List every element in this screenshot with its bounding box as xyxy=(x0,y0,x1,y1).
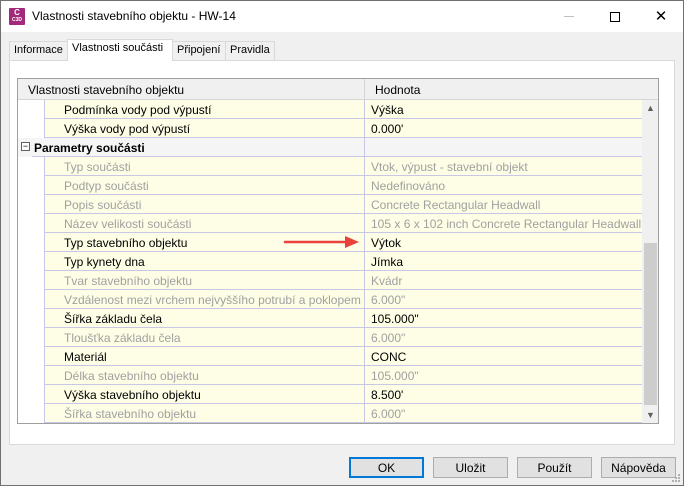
tab-vlastnosti-soucasti[interactable]: Vlastnosti součásti xyxy=(67,39,173,61)
property-row[interactable]: Podtyp součásti Nedefinováno xyxy=(18,176,642,195)
property-value[interactable]: 0.000' xyxy=(365,119,642,138)
property-name: Typ kynety dna xyxy=(45,252,365,271)
help-button[interactable]: Nápověda xyxy=(601,457,676,478)
maximize-button[interactable] xyxy=(592,1,638,32)
row-gutter xyxy=(18,100,45,119)
property-row[interactable]: Typ součásti Vtok, výpust - stavební obje… xyxy=(18,157,642,176)
row-gutter xyxy=(18,176,45,195)
dialog-window: C C3D Vlastnosti stavebního objektu - HW… xyxy=(0,0,684,486)
tab-pripojeni[interactable]: Připojení xyxy=(172,41,226,60)
row-gutter xyxy=(18,271,45,290)
property-row[interactable]: Materiál CONC xyxy=(18,347,642,366)
row-gutter xyxy=(18,233,45,252)
property-row[interactable]: Výška vody pod výpustí 0.000' xyxy=(18,119,642,138)
row-gutter xyxy=(18,290,45,309)
row-gutter xyxy=(18,157,45,176)
property-value: 105 x 6 x 102 inch Concrete Rectangular … xyxy=(365,214,642,233)
close-button[interactable]: ✕ xyxy=(638,1,683,32)
minimize-button xyxy=(546,1,592,32)
row-gutter xyxy=(18,347,45,366)
property-value xyxy=(365,138,642,157)
property-name: Typ stavebního objektu xyxy=(45,233,365,252)
property-row[interactable]: Název velikosti součásti 105 x 6 x 102 in… xyxy=(18,214,642,233)
property-value: 6.000" xyxy=(365,328,642,347)
row-gutter xyxy=(18,214,45,233)
property-name: Výška vody pod výpustí xyxy=(45,119,365,138)
property-name: Šířka základu čela xyxy=(45,309,365,328)
property-name: Materiál xyxy=(45,347,365,366)
vertical-scrollbar[interactable]: ▲ ▼ xyxy=(642,100,658,423)
property-value: Concrete Rectangular Headwall xyxy=(365,195,642,214)
close-icon: ✕ xyxy=(654,8,668,25)
property-name: Podtyp součásti xyxy=(45,176,365,195)
property-value: 6.000" xyxy=(365,290,642,309)
apply-button[interactable]: Použít xyxy=(517,457,592,478)
row-gutter xyxy=(18,195,45,214)
minimize-icon xyxy=(564,16,574,17)
property-grid: Vlastnosti stavebního objektu Hodnota Po… xyxy=(17,78,659,424)
column-header-value[interactable]: Hodnota xyxy=(365,79,641,100)
row-gutter xyxy=(18,366,45,385)
resize-grip-icon[interactable] xyxy=(671,473,681,483)
property-name: Výška stavebního objektu xyxy=(45,385,365,404)
property-value: Kvádr xyxy=(365,271,642,290)
row-gutter xyxy=(18,328,45,347)
property-value[interactable]: Výtok xyxy=(365,233,642,252)
row-gutter xyxy=(18,385,45,404)
property-name: Popis součásti xyxy=(45,195,365,214)
tab-informace[interactable]: Informace xyxy=(9,41,68,60)
property-name: Vzdálenost mezi vrchem nejvyššího potrub… xyxy=(45,290,365,309)
grid-header: Vlastnosti stavebního objektu Hodnota xyxy=(18,79,658,100)
property-name: Název velikosti součásti xyxy=(45,214,365,233)
category-label: Parametry součásti xyxy=(32,138,365,157)
property-row[interactable]: Vzdálenost mezi vrchem nejvyššího potrub… xyxy=(18,290,642,309)
property-value[interactable]: Jímka xyxy=(365,252,642,271)
row-gutter xyxy=(18,119,45,138)
property-value: 105.000" xyxy=(365,366,642,385)
scroll-up-icon[interactable]: ▲ xyxy=(642,100,658,117)
property-row[interactable]: Tloušťka základu čela 6.000" xyxy=(18,328,642,347)
scroll-down-icon[interactable]: ▼ xyxy=(642,407,658,423)
row-gutter xyxy=(18,252,45,271)
scrollbar-thumb[interactable] xyxy=(644,243,657,405)
title-bar[interactable]: C C3D Vlastnosti stavebního objektu - HW… xyxy=(1,1,683,32)
property-value[interactable]: 105.000" xyxy=(365,309,642,328)
property-name: Typ součásti xyxy=(45,157,365,176)
property-value[interactable]: CONC xyxy=(365,347,642,366)
property-name: Tvar stavebního objektu xyxy=(45,271,365,290)
property-name: Podmínka vody pod výpustí xyxy=(45,100,365,119)
property-row[interactable]: Délka stavebního objektu 105.000" xyxy=(18,366,642,385)
property-row[interactable]: Typ stavebního objektu Výtok xyxy=(18,233,642,252)
row-gutter xyxy=(18,404,45,423)
property-row[interactable]: Popis součásti Concrete Rectangular Headw… xyxy=(18,195,642,214)
property-value: Vtok, výpust - stavební objekt xyxy=(365,157,642,176)
property-value: 6.000" xyxy=(365,404,642,423)
property-row[interactable]: Výška stavebního objektu 8.500' xyxy=(18,385,642,404)
ok-button[interactable]: OK xyxy=(349,457,424,478)
property-row[interactable]: Tvar stavebního objektu Kvádr xyxy=(18,271,642,290)
tab-pravidla[interactable]: Pravidla xyxy=(225,41,275,60)
collapse-icon[interactable]: − xyxy=(21,142,30,151)
property-value[interactable]: 8.500' xyxy=(365,385,642,404)
property-name: Šířka stavebního objektu xyxy=(45,404,365,423)
property-row[interactable]: Šířka stavebního objektu 6.000" xyxy=(18,404,642,423)
property-name: Tloušťka základu čela xyxy=(45,328,365,347)
property-row[interactable]: Typ kynety dna Jímka xyxy=(18,252,642,271)
property-name: Délka stavebního objektu xyxy=(45,366,365,385)
maximize-icon xyxy=(610,11,620,22)
category-row[interactable]: − Parametry součásti xyxy=(18,138,642,157)
column-header-property[interactable]: Vlastnosti stavebního objektu xyxy=(18,79,365,100)
property-row[interactable]: Podmínka vody pod výpustí Výška xyxy=(18,100,642,119)
property-row[interactable]: Šířka základu čela 105.000" xyxy=(18,309,642,328)
save-button[interactable]: Uložit xyxy=(433,457,508,478)
property-value: Nedefinováno xyxy=(365,176,642,195)
row-gutter xyxy=(18,309,45,328)
property-value[interactable]: Výška xyxy=(365,100,642,119)
civil3d-app-icon: C C3D xyxy=(9,8,25,25)
window-title: Vlastnosti stavebního objektu - HW-14 xyxy=(32,9,236,23)
